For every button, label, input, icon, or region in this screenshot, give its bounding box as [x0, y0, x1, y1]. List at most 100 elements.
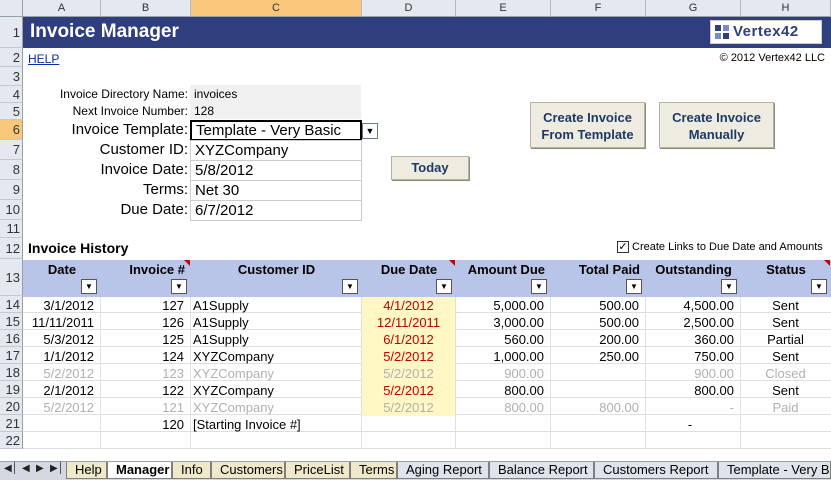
sheet-tab-balance-report[interactable]: Balance Report: [489, 462, 594, 479]
cell-invoice-number[interactable]: 121: [101, 399, 190, 416]
row-header-20[interactable]: 20: [0, 398, 23, 415]
cell-outstanding[interactable]: 2,500.00: [646, 314, 740, 331]
column-header-a[interactable]: A: [23, 0, 101, 17]
cell-total-paid[interactable]: [551, 382, 645, 399]
cell-invoice-number[interactable]: 120: [101, 416, 190, 433]
cell-outstanding[interactable]: 800.00: [646, 382, 740, 399]
last-sheet-icon[interactable]: ▶│: [50, 463, 64, 474]
cell-amount-due[interactable]: 900.00: [456, 365, 550, 382]
cell-due-date[interactable]: 4/1/2012: [362, 297, 455, 314]
today-button[interactable]: Today: [391, 156, 469, 180]
row-header-13[interactable]: 13: [0, 259, 23, 296]
sheet-tab-aging-report[interactable]: Aging Report: [397, 462, 489, 479]
cell-total-paid[interactable]: 800.00: [551, 399, 645, 416]
row-header-8[interactable]: 8: [0, 160, 23, 180]
filter-customer-id-button[interactable]: ▼: [342, 279, 358, 294]
next-sheet-icon[interactable]: ▶: [36, 463, 44, 474]
cell-status[interactable]: Paid: [741, 399, 830, 416]
row-header-18[interactable]: 18: [0, 364, 23, 381]
filter-invoice-number-button[interactable]: ▼: [171, 279, 187, 294]
column-header-d[interactable]: D: [362, 0, 456, 17]
cell-total-paid[interactable]: 500.00: [551, 297, 645, 314]
cell-total-paid[interactable]: 200.00: [551, 331, 645, 348]
cell-invoice-number[interactable]: 122: [101, 382, 190, 399]
row-header-2[interactable]: 2: [0, 48, 23, 67]
cell-due-date[interactable]: 6/1/2012: [362, 331, 455, 348]
column-header-f[interactable]: F: [551, 0, 646, 17]
cell-date[interactable]: 3/1/2012: [23, 297, 100, 314]
cell-customer-id[interactable]: [Starting Invoice #]: [191, 416, 361, 433]
customer-id-field[interactable]: XYZCompany: [190, 140, 362, 161]
cell-total-paid[interactable]: [551, 365, 645, 382]
column-header-e[interactable]: E: [456, 0, 551, 17]
column-header-b[interactable]: B: [101, 0, 191, 17]
cell-date[interactable]: 2/1/2012: [23, 382, 100, 399]
row-header-4[interactable]: 4: [0, 86, 23, 103]
cell-amount-due[interactable]: 5,000.00: [456, 297, 550, 314]
sheet-tab-pricelist[interactable]: PriceList: [285, 462, 350, 479]
cell-invoice-number[interactable]: 123: [101, 365, 190, 382]
cell-outstanding[interactable]: 750.00: [646, 348, 740, 365]
cell-invoice-number[interactable]: 125: [101, 331, 190, 348]
template-dropdown-button[interactable]: ▼: [362, 123, 378, 139]
directory-value[interactable]: invoices: [194, 87, 237, 101]
row-header-16[interactable]: 16: [0, 330, 23, 347]
sheet-tab-customers-report[interactable]: Customers Report: [594, 462, 718, 479]
cell-amount-due[interactable]: 800.00: [456, 382, 550, 399]
cell-amount-due[interactable]: 3,000.00: [456, 314, 550, 331]
cell-customer-id[interactable]: XYZCompany: [191, 399, 361, 416]
cell-date[interactable]: [23, 416, 100, 433]
row-header-22[interactable]: 22: [0, 432, 23, 449]
row-header-3[interactable]: 3: [0, 67, 23, 86]
row-header-15[interactable]: 15: [0, 313, 23, 330]
cell-customer-id[interactable]: A1Supply: [191, 331, 361, 348]
cell-invoice-number[interactable]: 124: [101, 348, 190, 365]
cell-total-paid[interactable]: [551, 416, 645, 433]
cell-due-date[interactable]: 12/11/2011: [362, 314, 455, 331]
create-manually-button[interactable]: Create Invoice Manually: [659, 102, 774, 148]
cell-date[interactable]: 1/1/2012: [23, 348, 100, 365]
column-header-c[interactable]: C: [191, 0, 362, 17]
cell-due-date[interactable]: 5/2/2012: [362, 348, 455, 365]
cell-due-date[interactable]: [362, 416, 455, 433]
cell-due-date[interactable]: 5/2/2012: [362, 365, 455, 382]
row-header-1[interactable]: 1: [0, 17, 23, 48]
row-header-21[interactable]: 21: [0, 415, 23, 432]
filter-due-date-button[interactable]: ▼: [436, 279, 452, 294]
cell-date[interactable]: 5/2/2012: [23, 365, 100, 382]
cell-customer-id[interactable]: A1Supply: [191, 297, 361, 314]
cell-customer-id[interactable]: A1Supply: [191, 314, 361, 331]
row-header-6[interactable]: 6: [0, 120, 23, 140]
cell-total-paid[interactable]: 250.00: [551, 348, 645, 365]
sheet-tab-terms[interactable]: Terms: [350, 462, 397, 479]
cell-status[interactable]: Sent: [741, 297, 830, 314]
row-header-17[interactable]: 17: [0, 347, 23, 364]
cell-status[interactable]: Closed: [741, 365, 830, 382]
sheet-tab-help[interactable]: Help: [66, 462, 107, 479]
row-header-14[interactable]: 14: [0, 296, 23, 313]
cell-date[interactable]: 5/2/2012: [23, 399, 100, 416]
cell-date[interactable]: 11/11/2011: [23, 314, 100, 331]
cell-status[interactable]: Sent: [741, 348, 830, 365]
template-select[interactable]: Template - Very Basic: [190, 120, 362, 141]
invoice-date-field[interactable]: 5/8/2012: [190, 160, 362, 181]
select-all-corner[interactable]: [0, 0, 23, 17]
due-date-field[interactable]: 6/7/2012: [190, 200, 362, 221]
terms-field[interactable]: Net 30: [190, 180, 362, 201]
prev-sheet-icon[interactable]: ◀: [22, 463, 30, 474]
cell-amount-due[interactable]: 1,000.00: [456, 348, 550, 365]
cell-total-paid[interactable]: 500.00: [551, 314, 645, 331]
filter-amount-due-button[interactable]: ▼: [531, 279, 547, 294]
row-header-19[interactable]: 19: [0, 381, 23, 398]
cell-invoice-number[interactable]: 127: [101, 297, 190, 314]
column-header-g[interactable]: G: [646, 0, 741, 17]
column-header-h[interactable]: H: [741, 0, 831, 17]
sheet-tab-customers[interactable]: Customers: [211, 462, 285, 479]
cell-amount-due[interactable]: 560.00: [456, 331, 550, 348]
first-sheet-icon[interactable]: ◀│: [4, 463, 18, 474]
row-header-5[interactable]: 5: [0, 103, 23, 120]
cell-status[interactable]: Partial: [741, 331, 830, 348]
row-header-7[interactable]: 7: [0, 140, 23, 160]
cell-status[interactable]: [741, 416, 830, 433]
cell-customer-id[interactable]: XYZCompany: [191, 348, 361, 365]
